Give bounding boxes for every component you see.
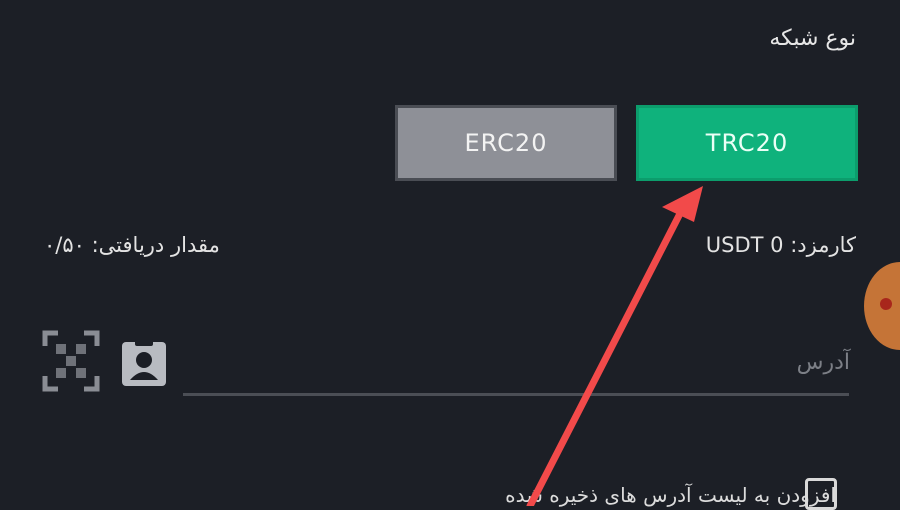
received-amount-text: مقدار دریافتی: ۰/۵۰ xyxy=(44,233,220,257)
network-option-trc20-label: TRC20 xyxy=(705,129,789,157)
network-option-erc20[interactable]: ERC20 xyxy=(395,105,617,181)
side-handle-dot xyxy=(880,298,892,310)
network-type-label: نوع شبکه xyxy=(769,26,856,51)
address-input-underline xyxy=(183,393,849,396)
save-address-label: افزودن به لیست آدرس های ذخیره شده xyxy=(505,483,836,507)
address-input[interactable]: آدرس xyxy=(797,350,850,375)
network-option-trc20[interactable]: TRC20 xyxy=(636,105,858,181)
contact-card-icon[interactable] xyxy=(118,338,170,390)
fee-text: کارمزد: 0 USDT xyxy=(705,233,856,257)
qr-scan-icon[interactable] xyxy=(42,330,100,392)
network-option-erc20-label: ERC20 xyxy=(464,129,548,157)
